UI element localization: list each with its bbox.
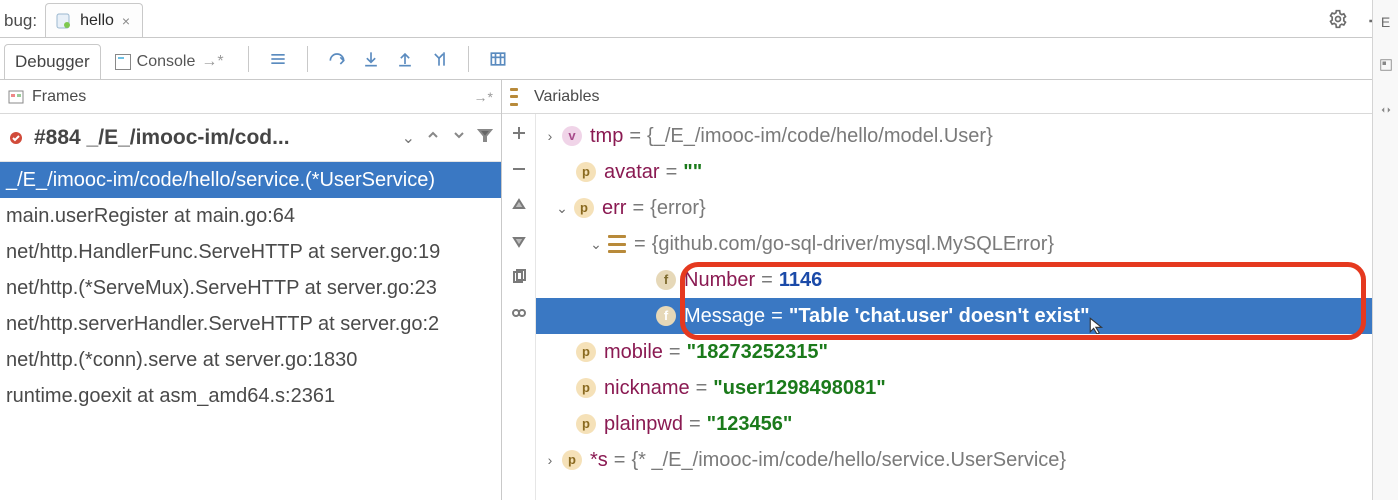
chevron-right-icon[interactable]: › [542, 118, 558, 154]
editor-tab-bar: bug: hello × [0, 0, 1398, 38]
console-icon [115, 54, 131, 70]
close-tab-icon[interactable]: × [122, 13, 130, 29]
chevron-down-icon[interactable]: ⌄ [588, 226, 604, 262]
frames-title: Frames [32, 88, 86, 106]
variable-row[interactable]: ⌄ p err = {error} [536, 190, 1398, 226]
chevron-down-icon[interactable]: ⌄ [402, 128, 415, 148]
go-file-icon [56, 13, 72, 29]
property-badge-icon: p [576, 378, 596, 398]
file-tab-hello[interactable]: hello × [45, 3, 143, 37]
rail-icon[interactable] [1379, 103, 1393, 120]
rail-icon[interactable] [1379, 58, 1393, 75]
copy-icon[interactable] [510, 268, 528, 286]
up-icon[interactable] [510, 196, 528, 214]
variables-panel: Variables →* › v tmp = [502, 80, 1398, 500]
down-icon[interactable] [510, 232, 528, 250]
cursor-icon [1088, 316, 1106, 334]
file-tab-label: hello [80, 12, 114, 30]
frames-header: Frames →* [0, 80, 501, 114]
stack-frame[interactable]: _/E_/imooc-im/code/hello/service.(*UserS… [0, 162, 501, 198]
run-to-cursor-icon[interactable] [424, 44, 454, 74]
frames-list[interactable]: _/E_/imooc-im/code/hello/service.(*UserS… [0, 162, 501, 500]
filter-icon[interactable] [477, 127, 493, 148]
chevron-down-icon[interactable]: ⌄ [554, 190, 570, 226]
stack-frame[interactable]: runtime.goexit at asm_amd64.s:2361 [0, 378, 501, 414]
field-badge-icon: f [656, 270, 676, 290]
variables-title: Variables [534, 88, 600, 106]
link-icon[interactable] [510, 304, 528, 322]
breakpoint-icon [8, 130, 24, 146]
add-watch-icon[interactable] [510, 124, 528, 142]
property-badge-icon: p [576, 342, 596, 362]
property-badge-icon: p [562, 450, 582, 470]
variable-row[interactable]: p plainpwd = "123456" [536, 406, 1398, 442]
variable-row[interactable]: p nickname = "user1298498081" [536, 370, 1398, 406]
thread-dropdown[interactable]: #884 _/E_/imooc-im/cod... [34, 126, 392, 150]
frames-panel: Frames →* #884 _/E_/imooc-im/cod... ⌄ _/… [0, 80, 502, 500]
gear-icon[interactable] [1328, 9, 1352, 33]
stack-frame[interactable]: net/http.serverHandler.ServeHTTP at serv… [0, 306, 501, 342]
rail-item[interactable]: E [1381, 14, 1390, 30]
variables-icon [510, 89, 526, 105]
variables-tree[interactable]: › v tmp = {_/E_/imooc-im/code/hello/mode… [536, 114, 1398, 500]
stack-frame[interactable]: net/http.(*ServeMux).ServeHTTP at server… [0, 270, 501, 306]
tab-debugger[interactable]: Debugger [4, 44, 101, 80]
variable-row-selected[interactable]: f Message = "Table 'chat.user' doesn't e… [536, 298, 1398, 334]
variable-row[interactable]: f Number = 1146 [536, 262, 1398, 298]
property-badge-icon: p [576, 414, 596, 434]
frames-icon [8, 89, 24, 105]
variables-gutter [502, 114, 536, 500]
tab-console[interactable]: Console →* [105, 44, 234, 80]
struct-icon [608, 235, 626, 253]
remove-watch-icon[interactable] [510, 160, 528, 178]
frames-pin-icon[interactable]: →* [474, 89, 493, 105]
field-badge-icon: f [656, 306, 676, 326]
stack-frame[interactable]: net/http.(*conn).serve at server.go:1830 [0, 342, 501, 378]
stack-frame[interactable]: main.userRegister at main.go:64 [0, 198, 501, 234]
console-pin-icon: →* [201, 53, 223, 71]
property-badge-icon: p [576, 162, 596, 182]
debug-toolbar: Debugger Console →* [0, 38, 1398, 80]
variable-badge-icon: v [562, 126, 582, 146]
previous-frame-icon[interactable] [425, 127, 441, 148]
threads-icon[interactable] [263, 44, 293, 74]
evaluate-expression-icon[interactable] [483, 44, 513, 74]
variable-row[interactable]: ⌄ = {github.com/go-sql-driver/mysql.MySQ… [536, 226, 1398, 262]
step-out-icon[interactable] [390, 44, 420, 74]
stack-frame[interactable]: net/http.HandlerFunc.ServeHTTP at server… [0, 234, 501, 270]
variable-row[interactable]: › p *s = {* _/E_/imooc-im/code/hello/ser… [536, 442, 1398, 478]
variable-row[interactable]: › v tmp = {_/E_/imooc-im/code/hello/mode… [536, 118, 1398, 154]
bug-label: bug: [4, 11, 45, 37]
next-frame-icon[interactable] [451, 127, 467, 148]
step-over-icon[interactable] [322, 44, 352, 74]
right-tool-rail: E [1372, 0, 1398, 500]
property-badge-icon: p [574, 198, 594, 218]
variable-row[interactable]: p avatar = "" [536, 154, 1398, 190]
step-into-icon[interactable] [356, 44, 386, 74]
variables-header: Variables →* [502, 80, 1398, 114]
chevron-right-icon[interactable]: › [542, 442, 558, 478]
variable-row[interactable]: p mobile = "18273252315" [536, 334, 1398, 370]
frames-filter-row: #884 _/E_/imooc-im/cod... ⌄ [0, 114, 501, 162]
